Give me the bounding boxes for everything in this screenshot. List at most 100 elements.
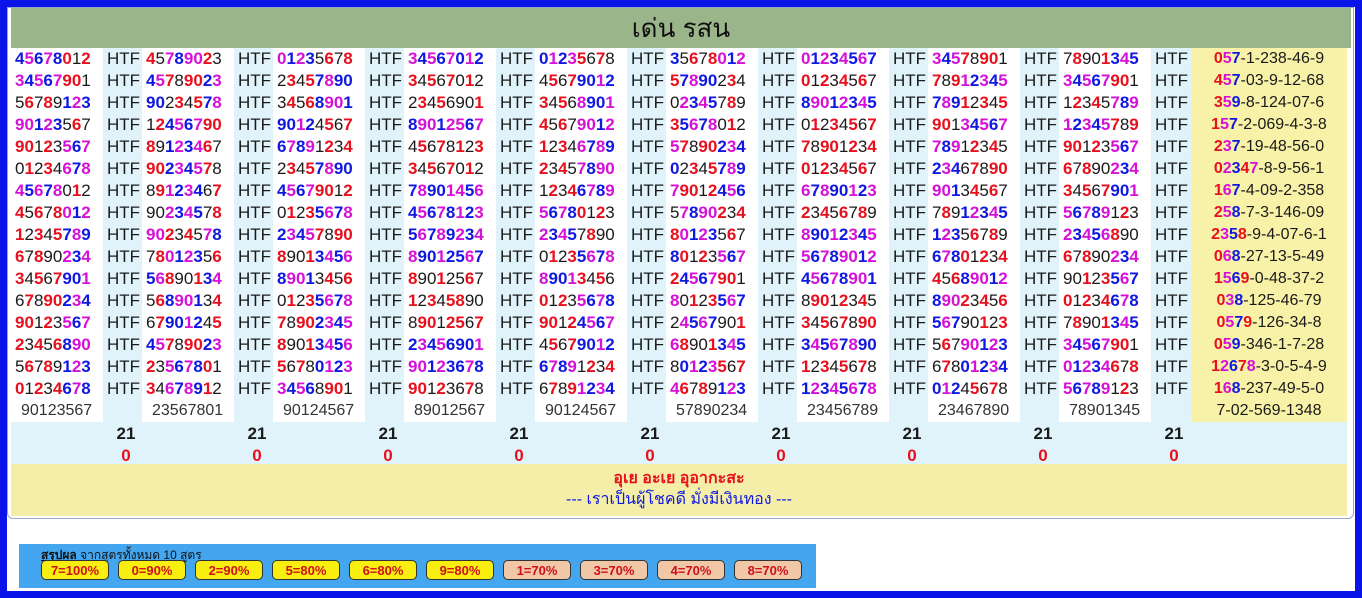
grid-digit: 1 [426, 379, 437, 398]
grid-digit: 9 [155, 137, 165, 156]
summary-badge: 7=100% [41, 560, 109, 580]
grid-digit: 3 [193, 247, 203, 266]
grid-digit: 1 [174, 247, 184, 266]
htf-label: HTF [238, 137, 272, 156]
grid-number: 45689012 [928, 268, 1020, 290]
result-rest: -126-34-8 [1252, 314, 1322, 331]
grid-digit: 7 [33, 93, 44, 112]
htf-label: HTF [631, 115, 665, 134]
grid-number: 34568901 [535, 92, 627, 114]
grid-digit: 0 [343, 225, 353, 244]
grid-digit: 9 [819, 137, 830, 156]
grid-digit: 5 [848, 49, 858, 68]
grid-digit: 1 [71, 181, 82, 200]
grid-digit: 5 [576, 291, 587, 310]
grid-digit: 6 [726, 357, 737, 376]
column-sum-top: 21 [116, 424, 136, 443]
grid-digit: 7 [679, 203, 689, 222]
grid-digit: 5 [343, 313, 353, 332]
grid-digit: 4 [698, 159, 708, 178]
htf-label: HTF [631, 291, 665, 310]
grid-digit: 3 [941, 159, 951, 178]
grid-digit: 7 [576, 225, 587, 244]
grid-digit: 2 [698, 247, 708, 266]
grid-number: 35678012 [666, 114, 758, 136]
grid-digit: 6 [726, 247, 737, 266]
grid-digit: 9 [979, 49, 989, 68]
grid-number: 01234567 [797, 158, 889, 180]
grid-digit: 6 [155, 269, 165, 288]
grid-digit: 3 [1081, 115, 1092, 134]
htf-label: HTF [238, 357, 272, 376]
htf-label: HTF [369, 335, 403, 354]
htf-label: HTF [1155, 247, 1189, 266]
grid-digit: 7 [998, 115, 1008, 134]
grid-number: 56789123 [1059, 378, 1151, 400]
htf-label: HTF [631, 335, 665, 354]
grid-digit: 3 [1091, 291, 1101, 310]
grid-number: 56780123 [535, 202, 627, 224]
htf-label: HTF [762, 159, 796, 178]
grid-digit: 0 [155, 93, 165, 112]
grid-digit: 1 [950, 115, 961, 134]
grid-digit: 0 [819, 225, 830, 244]
grid-digit: 0 [726, 269, 737, 288]
grid-digit: 3 [305, 291, 315, 310]
grid-digit: 3 [474, 203, 484, 222]
grid-digit: 2 [202, 335, 213, 354]
grid-digit: 5 [1110, 137, 1120, 156]
grid-digit: 3 [1072, 225, 1082, 244]
grid-digit: 3 [867, 181, 877, 200]
grid-digit: 0 [52, 247, 63, 266]
grid-number: 80123567 [666, 224, 758, 246]
grid-digit: 2 [857, 181, 868, 200]
grid-number: 56790123 [928, 312, 1020, 334]
htf-label: HTF [238, 291, 272, 310]
grid-digit: 8 [707, 49, 718, 68]
result-rest: -8-124-07-6 [1240, 94, 1325, 111]
grid-digit: 4 [295, 225, 306, 244]
htf-label: HTF [369, 115, 403, 134]
grid-digit: 8 [52, 49, 63, 68]
grid-digit: 6 [586, 291, 596, 310]
grid-digit: 0 [557, 269, 568, 288]
grid-digit: 5 [595, 269, 606, 288]
grid-digit: 7 [595, 247, 606, 266]
grid-digit: 9 [81, 225, 91, 244]
grid-number: 90123567 [1059, 136, 1151, 158]
htf-label: HTF [238, 181, 272, 200]
grid-digit: 9 [1081, 313, 1092, 332]
grid-digit: 8 [1129, 291, 1139, 310]
grid-digit: 4 [736, 203, 746, 222]
result-digit: 0 [1213, 248, 1223, 265]
grid-digit: 0 [1119, 71, 1130, 90]
grid-digit: 9 [286, 269, 296, 288]
htf-label: HTF [893, 247, 927, 266]
result-rest: -9-4-07-6-1 [1246, 226, 1327, 243]
grid-digit: 6 [605, 269, 615, 288]
grid-digit: 0 [576, 203, 587, 222]
grid-digit: 1 [33, 115, 44, 134]
summary-badge: 0=90% [118, 560, 186, 580]
grid-digit: 2 [819, 49, 830, 68]
grid-digit: 5 [576, 247, 587, 266]
grid-digit: 7 [867, 71, 877, 90]
htf-label: HTF [500, 137, 534, 156]
grid-number: 34567901 [1059, 334, 1151, 356]
grid-digit: 2 [717, 71, 727, 90]
grid-digit: 3 [829, 71, 839, 90]
grid-digit: 5 [998, 203, 1008, 222]
grid-number: 12456790 [142, 114, 234, 136]
last-row-number: 90124567 [273, 400, 365, 422]
grid-digit: 2 [455, 225, 465, 244]
htf-label: HTF [1155, 137, 1189, 156]
grid-digit: 1 [688, 291, 699, 310]
result-digit: 5 [1222, 336, 1232, 353]
grid-number: 56780123 [273, 356, 365, 378]
grid-digit: 4 [212, 269, 222, 288]
grid-digit: 0 [62, 49, 72, 68]
result-digit: 1 [1211, 358, 1221, 375]
result-cell: 059-346-1-7-28 [1191, 334, 1347, 356]
grid-digit: 8 [1119, 93, 1130, 112]
grid-digit: 5 [988, 291, 999, 310]
